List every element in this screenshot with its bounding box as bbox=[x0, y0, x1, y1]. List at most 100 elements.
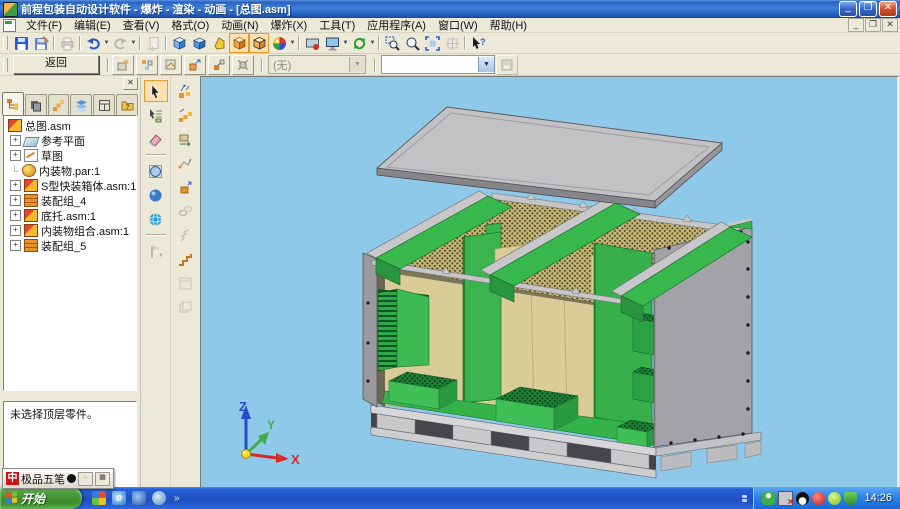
ime-mode-button[interactable]: 中 bbox=[6, 472, 19, 485]
menu-format[interactable]: 格式(O) bbox=[165, 17, 215, 33]
ime-punctuation-icon[interactable] bbox=[67, 474, 76, 483]
dimetric-view-button[interactable] bbox=[189, 33, 209, 53]
layers-tab[interactable] bbox=[70, 94, 92, 115]
save-as-button[interactable] bbox=[31, 33, 51, 53]
wireframe-view-button[interactable] bbox=[144, 160, 168, 182]
redo-dropdown[interactable]: ▼ bbox=[130, 34, 137, 52]
toolbar-grip[interactable] bbox=[3, 36, 8, 50]
undo-dropdown[interactable]: ▼ bbox=[103, 34, 110, 52]
menu-file[interactable]: 文件(F) bbox=[20, 17, 68, 33]
expander-icon[interactable]: + bbox=[10, 150, 21, 161]
fit-view-button[interactable] bbox=[422, 33, 442, 53]
panel-close-button[interactable]: ✕ bbox=[123, 77, 138, 90]
panel-splitter[interactable] bbox=[0, 391, 140, 401]
media-player-icon[interactable] bbox=[92, 491, 106, 505]
pan-button[interactable] bbox=[442, 33, 462, 53]
flag-tool-button[interactable]: ▼ bbox=[144, 240, 168, 262]
messenger-icon[interactable] bbox=[132, 491, 146, 505]
expander-icon[interactable]: + bbox=[10, 195, 21, 206]
ime-options-button[interactable]: ·· bbox=[78, 472, 93, 486]
help-pointer-button[interactable]: ? bbox=[468, 33, 488, 53]
library-tab[interactable]: ? bbox=[116, 94, 138, 115]
display-config-button[interactable] bbox=[322, 33, 342, 53]
family-tab[interactable] bbox=[48, 94, 70, 115]
restore-button[interactable]: ❐ bbox=[859, 1, 877, 17]
menu-explode[interactable]: 爆炸(X) bbox=[265, 17, 314, 33]
tree-item-root[interactable]: 总图.asm bbox=[4, 118, 136, 133]
menu-tools[interactable]: 工具(T) bbox=[313, 17, 361, 33]
shaded-view-button[interactable] bbox=[229, 33, 249, 53]
tree-item[interactable]: + 参考平面 bbox=[4, 133, 136, 148]
unexplode-button[interactable] bbox=[112, 55, 134, 75]
select-options-button[interactable] bbox=[144, 104, 168, 126]
chain-link-button[interactable] bbox=[174, 200, 198, 222]
explode-preset-combobox[interactable]: (无) ▼ bbox=[268, 55, 366, 74]
save-configuration-button[interactable] bbox=[496, 55, 518, 75]
expander-icon[interactable]: + bbox=[10, 225, 21, 236]
tree-item[interactable]: + S型快装箱体.asm:1 bbox=[4, 178, 136, 193]
tree-item[interactable]: └ 内装物.par:1 bbox=[4, 163, 136, 178]
color-manager-button[interactable] bbox=[269, 33, 289, 53]
import-button[interactable] bbox=[143, 33, 163, 53]
mdi-minimize-button[interactable]: _ bbox=[848, 18, 864, 32]
close-button[interactable]: ✕ bbox=[879, 1, 897, 17]
menu-view[interactable]: 查看(V) bbox=[117, 17, 166, 33]
im-status-tray-icon[interactable] bbox=[762, 492, 775, 505]
menu-applications[interactable]: 应用程序(A) bbox=[361, 17, 432, 33]
taskbar-toolbar-handle[interactable] bbox=[740, 490, 749, 506]
expander-icon[interactable]: + bbox=[10, 135, 21, 146]
tree-item[interactable]: + 草图 bbox=[4, 148, 136, 163]
menu-window[interactable]: 窗口(W) bbox=[432, 17, 484, 33]
antivirus-shield-tray-icon[interactable] bbox=[844, 492, 857, 505]
pathfinder-tab[interactable] bbox=[2, 92, 24, 115]
toolbar-grip[interactable] bbox=[3, 58, 8, 72]
move-component-button[interactable] bbox=[174, 128, 198, 150]
reposition-part-button[interactable] bbox=[174, 176, 198, 198]
zoom-button[interactable] bbox=[402, 33, 422, 53]
quick-launch-overflow-chevron[interactable]: » bbox=[174, 493, 180, 504]
menu-help[interactable]: 帮助(H) bbox=[484, 17, 533, 33]
menu-edit[interactable]: 编辑(E) bbox=[68, 17, 117, 33]
explode-steps-button[interactable] bbox=[174, 104, 198, 126]
qq-tray-icon[interactable] bbox=[796, 492, 809, 505]
network-disconnected-tray-icon[interactable] bbox=[778, 491, 793, 506]
flow-path-button[interactable] bbox=[174, 152, 198, 174]
rendered-sphere-button[interactable] bbox=[144, 208, 168, 230]
display-dropdown[interactable]: ▼ bbox=[342, 34, 349, 52]
part-paint-button[interactable] bbox=[209, 33, 229, 53]
refresh-dropdown[interactable]: ▼ bbox=[369, 34, 376, 52]
refresh-button[interactable] bbox=[349, 33, 369, 53]
shaded-edges-view-button[interactable] bbox=[249, 33, 269, 53]
tree-item[interactable]: + 装配组_5 bbox=[4, 238, 136, 253]
explode-order-button[interactable] bbox=[174, 248, 198, 270]
tree-item[interactable]: + 装配组_4 bbox=[4, 193, 136, 208]
start-button[interactable]: 开始 bbox=[0, 487, 82, 509]
menu-animation[interactable]: 动画(N) bbox=[215, 17, 264, 33]
chevron-down-icon[interactable]: ▼ bbox=[478, 57, 494, 72]
expander-icon[interactable]: + bbox=[10, 210, 21, 221]
print-button[interactable] bbox=[57, 33, 77, 53]
browser-globe-icon[interactable] bbox=[152, 491, 166, 505]
select-tool-button[interactable] bbox=[144, 80, 168, 102]
document-icon[interactable] bbox=[3, 19, 16, 32]
window-tile-button[interactable] bbox=[174, 272, 198, 294]
internet-explorer-icon[interactable]: e bbox=[112, 491, 126, 505]
undo-button[interactable] bbox=[83, 33, 103, 53]
save-button[interactable] bbox=[11, 33, 31, 53]
color-dropdown[interactable]: ▼ bbox=[289, 34, 296, 52]
scatter-parts-button[interactable] bbox=[174, 80, 198, 102]
iso-view-button[interactable] bbox=[169, 33, 189, 53]
ime-toolbar[interactable]: 中 极品五笔 ·· ▦ bbox=[2, 468, 114, 489]
redo-button[interactable] bbox=[110, 33, 130, 53]
expander-icon[interactable]: + bbox=[10, 180, 21, 191]
explode-part-button[interactable] bbox=[208, 55, 230, 75]
security-alert-tray-icon[interactable] bbox=[812, 492, 825, 505]
3d-viewport[interactable]: Z Y X bbox=[200, 76, 900, 490]
taskbar-clock[interactable]: 14:26 bbox=[864, 492, 892, 504]
move-part-button[interactable] bbox=[184, 55, 206, 75]
minimize-button[interactable]: _ bbox=[839, 1, 857, 17]
mdi-restore-button[interactable]: ❐ bbox=[865, 18, 881, 32]
sensors-tab[interactable] bbox=[93, 94, 115, 115]
tree-item[interactable]: + 底托.asm:1 bbox=[4, 208, 136, 223]
shaded-sphere-button[interactable] bbox=[144, 184, 168, 206]
